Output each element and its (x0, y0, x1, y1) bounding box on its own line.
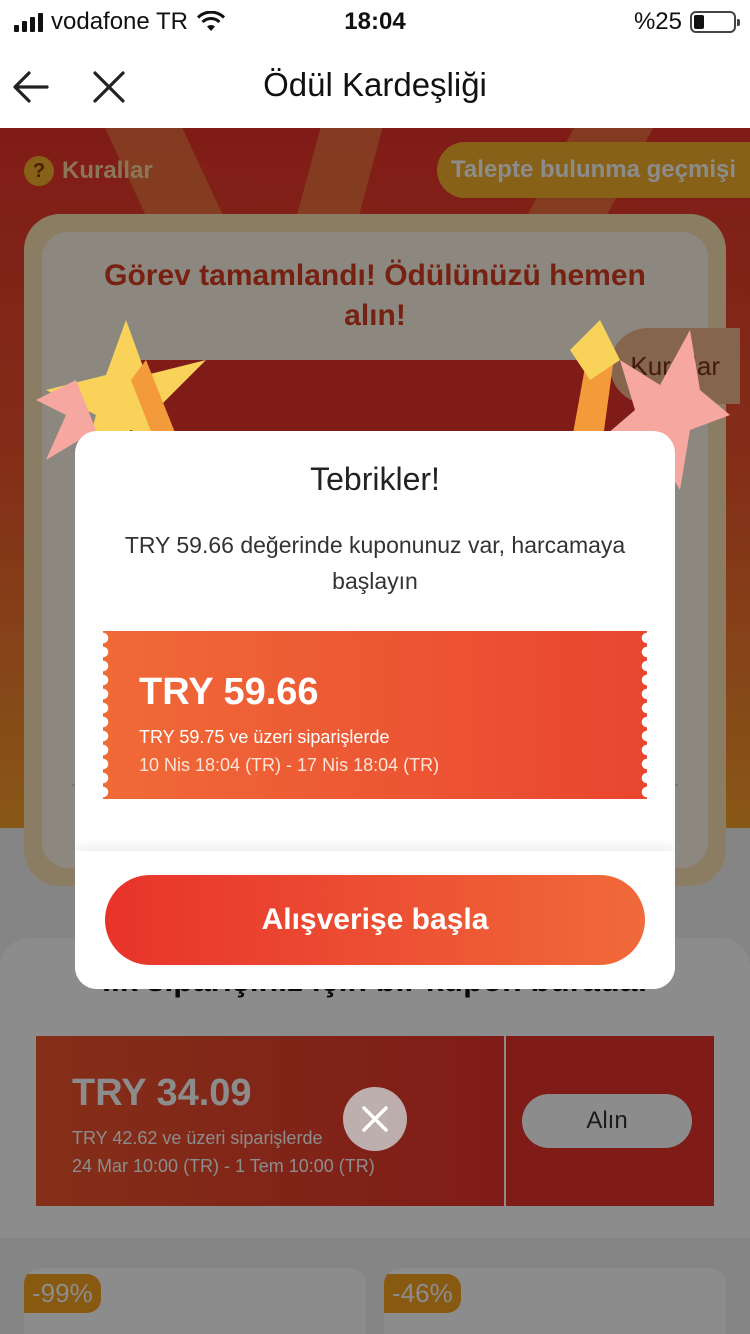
coupon-amount: TRY 59.66 (139, 671, 319, 713)
close-modal-button[interactable] (343, 1087, 407, 1151)
start-shopping-button[interactable]: Alışverişe başla (105, 875, 645, 965)
modal-title: Tebrikler! (310, 461, 440, 497)
page-title: Ödül Kardeşliği (263, 66, 487, 103)
status-bar: vodafone TR 18:04 %25 (0, 0, 750, 44)
battery-icon (690, 11, 740, 33)
coupon-condition: TRY 59.75 ve üzeri siparişlerde (139, 727, 390, 747)
nav-bar: Ödül Kardeşliği (0, 44, 750, 128)
coupon-dates: 10 Nis 18:04 (TR) - 17 Nis 18:04 (TR) (139, 755, 440, 775)
close-icon (362, 1106, 388, 1132)
congrats-modal: Tebrikler! TRY 59.66 değerinde kuponunuz… (75, 431, 675, 989)
coupon-card: TRY 59.66 TRY 59.75 ve üzeri siparişlerd… (97, 631, 653, 799)
battery-percent: %25 (633, 8, 682, 35)
modal-footer: Alışverişe başla (75, 851, 675, 989)
modal-message: TRY 59.66 değerinde kuponunuz var, harca… (124, 532, 626, 594)
